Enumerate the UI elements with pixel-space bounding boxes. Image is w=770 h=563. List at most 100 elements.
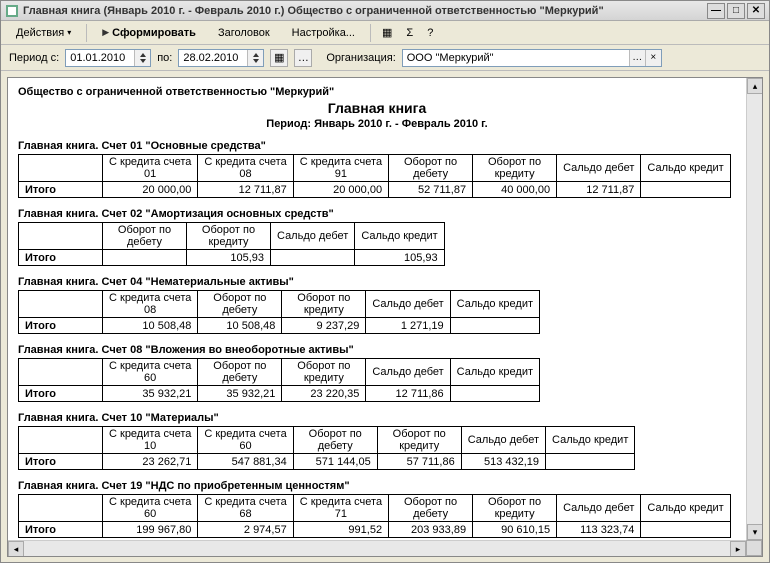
scrollbar-track[interactable]: [747, 94, 762, 524]
table-cell: 20 000,00: [293, 182, 388, 198]
horizontal-scrollbar[interactable]: ◂ ▸: [8, 540, 746, 556]
date-to-field[interactable]: [178, 49, 264, 67]
report-period: Период: Январь 2010 г. - Февраль 2010 г.: [18, 118, 736, 130]
org-label: Организация:: [326, 52, 395, 64]
table-cell: 571 144,05: [293, 454, 377, 470]
table-cell: 991,52: [293, 522, 388, 538]
table-cell: [641, 182, 730, 198]
scrollbar-track[interactable]: [24, 541, 730, 556]
heading-button[interactable]: Заголовок: [209, 24, 279, 42]
column-header: Оборот покредиту: [377, 427, 461, 454]
grid-icon: ▦: [382, 26, 392, 39]
column-header: С кредита счета71: [293, 495, 388, 522]
report-table: Оборот подебетуОборот покредитуСальдо де…: [18, 222, 445, 266]
section-title: Главная книга. Счет 01 "Основные средств…: [18, 140, 736, 152]
sum-icon: Σ: [406, 27, 413, 39]
org-select-button[interactable]: …: [629, 50, 645, 66]
period-from-label: Период с:: [9, 52, 59, 64]
table-cell: 12 711,87: [198, 182, 293, 198]
table-cell: [450, 318, 539, 334]
table-cell: 57 711,86: [377, 454, 461, 470]
table-cell: [450, 386, 539, 402]
table-cell: 113 323,74: [557, 522, 641, 538]
column-header: С кредита счета60: [103, 359, 198, 386]
toolbar-separator: [86, 24, 87, 42]
help-button[interactable]: ?: [422, 24, 438, 42]
generate-label: Сформировать: [112, 27, 196, 39]
ellipsis-icon: …: [298, 52, 309, 64]
table-corner-cell: [19, 291, 103, 318]
minimize-button[interactable]: —: [707, 3, 725, 19]
scroll-up-button[interactable]: ▴: [747, 78, 763, 94]
table-cell: 10 508,48: [198, 318, 282, 334]
section-title: Главная книга. Счет 08 "Вложения во внео…: [18, 344, 736, 356]
generate-button[interactable]: Сформировать: [93, 24, 205, 42]
icon-button-1[interactable]: ▦: [377, 23, 397, 42]
table-cell: [641, 522, 730, 538]
table-cell: 199 967,80: [103, 522, 198, 538]
column-header: Оборот покредиту: [473, 155, 557, 182]
icon-button-2[interactable]: Σ: [401, 24, 418, 42]
table-corner-cell: [19, 359, 103, 386]
help-icon: ?: [427, 27, 433, 39]
column-header: Оборот подебету: [389, 155, 473, 182]
column-header: Сальдо кредит: [450, 359, 539, 386]
org-input[interactable]: [403, 50, 629, 66]
period-select-button[interactable]: …: [294, 49, 312, 67]
section-title: Главная книга. Счет 19 "НДС по приобрете…: [18, 480, 736, 492]
row-label: Итого: [19, 454, 103, 470]
row-label: Итого: [19, 182, 103, 198]
table-cell: 35 932,21: [103, 386, 198, 402]
date-from-field[interactable]: [65, 49, 151, 67]
org-clear-button[interactable]: ×: [645, 50, 661, 66]
report-scroll[interactable]: Общество с ограниченной ответственностью…: [8, 78, 746, 540]
table-cell: [271, 250, 355, 266]
date-from-input[interactable]: [66, 50, 134, 66]
settings-button[interactable]: Настройка...: [283, 24, 364, 42]
date-from-spinner[interactable]: [134, 50, 150, 66]
report-header: Главная книга Период: Январь 2010 г. - Ф…: [18, 100, 736, 130]
scroll-left-button[interactable]: ◂: [8, 541, 24, 557]
column-header: Сальдо дебет: [271, 223, 355, 250]
report-section: Главная книга. Счет 08 "Вложения во внео…: [18, 344, 736, 402]
org-field[interactable]: … ×: [402, 49, 662, 67]
column-header: Сальдо дебет: [557, 155, 641, 182]
column-header: Сальдо кредит: [641, 495, 730, 522]
heading-label: Заголовок: [218, 27, 270, 39]
table-cell: 547 881,34: [198, 454, 293, 470]
report-section: Главная книга. Счет 10 "Материалы"С кред…: [18, 412, 736, 470]
calendar-button[interactable]: ▦: [270, 49, 288, 67]
column-header: Оборот подебету: [198, 291, 282, 318]
actions-menu[interactable]: Действия ▾: [7, 24, 80, 42]
column-header: Сальдо кредит: [450, 291, 539, 318]
report-table: С кредита счета60Оборот подебетуОборот п…: [18, 358, 540, 402]
date-to-spinner[interactable]: [247, 50, 263, 66]
table-cell: 10 508,48: [103, 318, 198, 334]
report-table: С кредита счета01С кредита счета08С кред…: [18, 154, 731, 198]
table-cell: [103, 250, 187, 266]
column-header: Оборот покредиту: [187, 223, 271, 250]
report-title: Главная книга: [18, 100, 736, 116]
column-header: Оборот подебету: [293, 427, 377, 454]
toolbar: Действия ▾ Сформировать Заголовок Настро…: [1, 21, 769, 45]
report-section: Главная книга. Счет 02 "Амортизация осно…: [18, 208, 736, 266]
column-header: С кредита счета68: [198, 495, 293, 522]
table-cell: 105,93: [355, 250, 444, 266]
close-button[interactable]: ✕: [747, 3, 765, 19]
table-cell: 203 933,89: [389, 522, 473, 538]
settings-label: Настройка...: [292, 27, 355, 39]
report-table: С кредита счета10С кредита счета60Оборот…: [18, 426, 635, 470]
table-cell: 20 000,00: [103, 182, 198, 198]
maximize-button[interactable]: □: [727, 3, 745, 19]
column-header: Сальдо дебет: [557, 495, 641, 522]
column-header: С кредита счета60: [103, 495, 198, 522]
table-cell: 1 271,19: [366, 318, 450, 334]
chevron-down-icon: ▾: [67, 28, 71, 37]
column-header: С кредита счета08: [198, 155, 293, 182]
vertical-scrollbar[interactable]: ▴ ▾: [746, 78, 762, 540]
date-to-input[interactable]: [179, 50, 247, 66]
scroll-down-button[interactable]: ▾: [747, 524, 763, 540]
table-cell: 40 000,00: [473, 182, 557, 198]
scroll-right-button[interactable]: ▸: [730, 541, 746, 557]
section-title: Главная книга. Счет 02 "Амортизация осно…: [18, 208, 736, 220]
